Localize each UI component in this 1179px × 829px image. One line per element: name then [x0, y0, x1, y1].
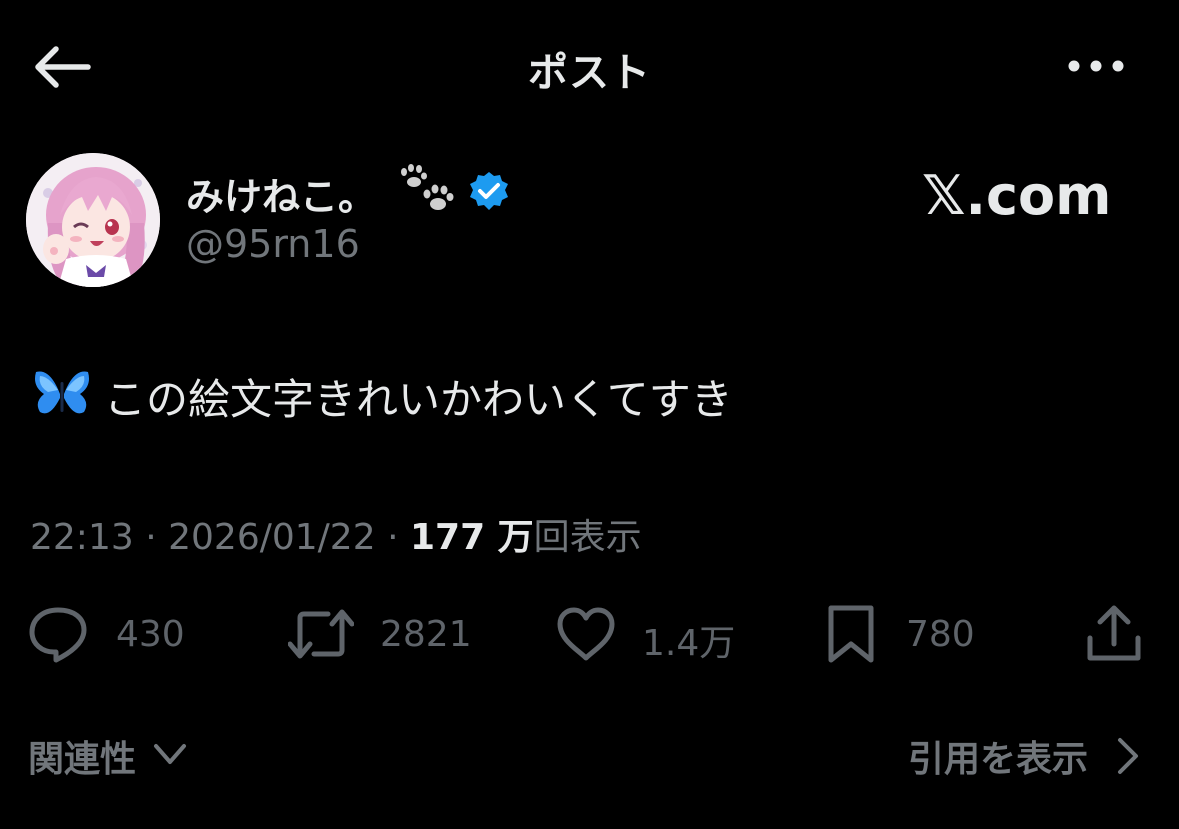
like-button[interactable]: 1.4万 [556, 604, 756, 664]
sort-related-button[interactable]: 関連性 [28, 730, 136, 782]
share-icon [1087, 605, 1141, 661]
view-quotes-button[interactable]: 引用を表示 [908, 730, 1088, 782]
repost-icon [288, 609, 354, 659]
chevron-right-icon[interactable] [1112, 734, 1144, 778]
verified-badge-icon[interactable] [468, 170, 510, 212]
chevron-down-icon[interactable] [150, 736, 190, 772]
user-handle[interactable]: @95rn16 [186, 222, 360, 266]
bookmark-count: 780 [906, 614, 975, 655]
reply-button[interactable]: 430 [28, 604, 198, 664]
tweet-text: この絵文字きれいかわいくてすき [104, 375, 733, 424]
repost-button[interactable]: 2821 [288, 604, 478, 664]
meta-separator: · [387, 517, 399, 558]
views-count[interactable]: 177 万 [410, 517, 534, 558]
avatar-image [26, 153, 160, 287]
tweet-meta: 22:13 · 2026/01/22 · 177 万回表示 [30, 508, 642, 560]
heart-icon [557, 607, 615, 661]
post-detail-screen: ポスト みけねこ。 @95rn16 𝕏.com この絵文字きれいかわいくてすき … [0, 0, 1179, 829]
repost-count: 2821 [380, 614, 472, 655]
paw-prints-icon [401, 164, 454, 210]
bookmark-icon [828, 605, 874, 663]
display-name[interactable]: みけねこ。 [186, 166, 376, 221]
butterfly-icon [35, 371, 89, 414]
reply-count: 430 [116, 614, 185, 655]
more-horizontal-icon[interactable] [1064, 50, 1128, 82]
page-title: ポスト [528, 50, 651, 96]
tweet-time[interactable]: 22:13 [30, 517, 134, 558]
reply-icon [29, 607, 87, 663]
bookmark-button[interactable]: 780 [826, 604, 996, 664]
tweet-date[interactable]: 2026/01/22 [168, 517, 376, 558]
meta-separator: · [145, 517, 157, 558]
avatar[interactable] [26, 153, 160, 287]
like-count: 1.4万 [642, 623, 736, 664]
share-button[interactable] [1086, 604, 1142, 664]
views-label: 回表示 [533, 517, 642, 558]
x-com-watermark: 𝕏.com [922, 164, 1112, 227]
